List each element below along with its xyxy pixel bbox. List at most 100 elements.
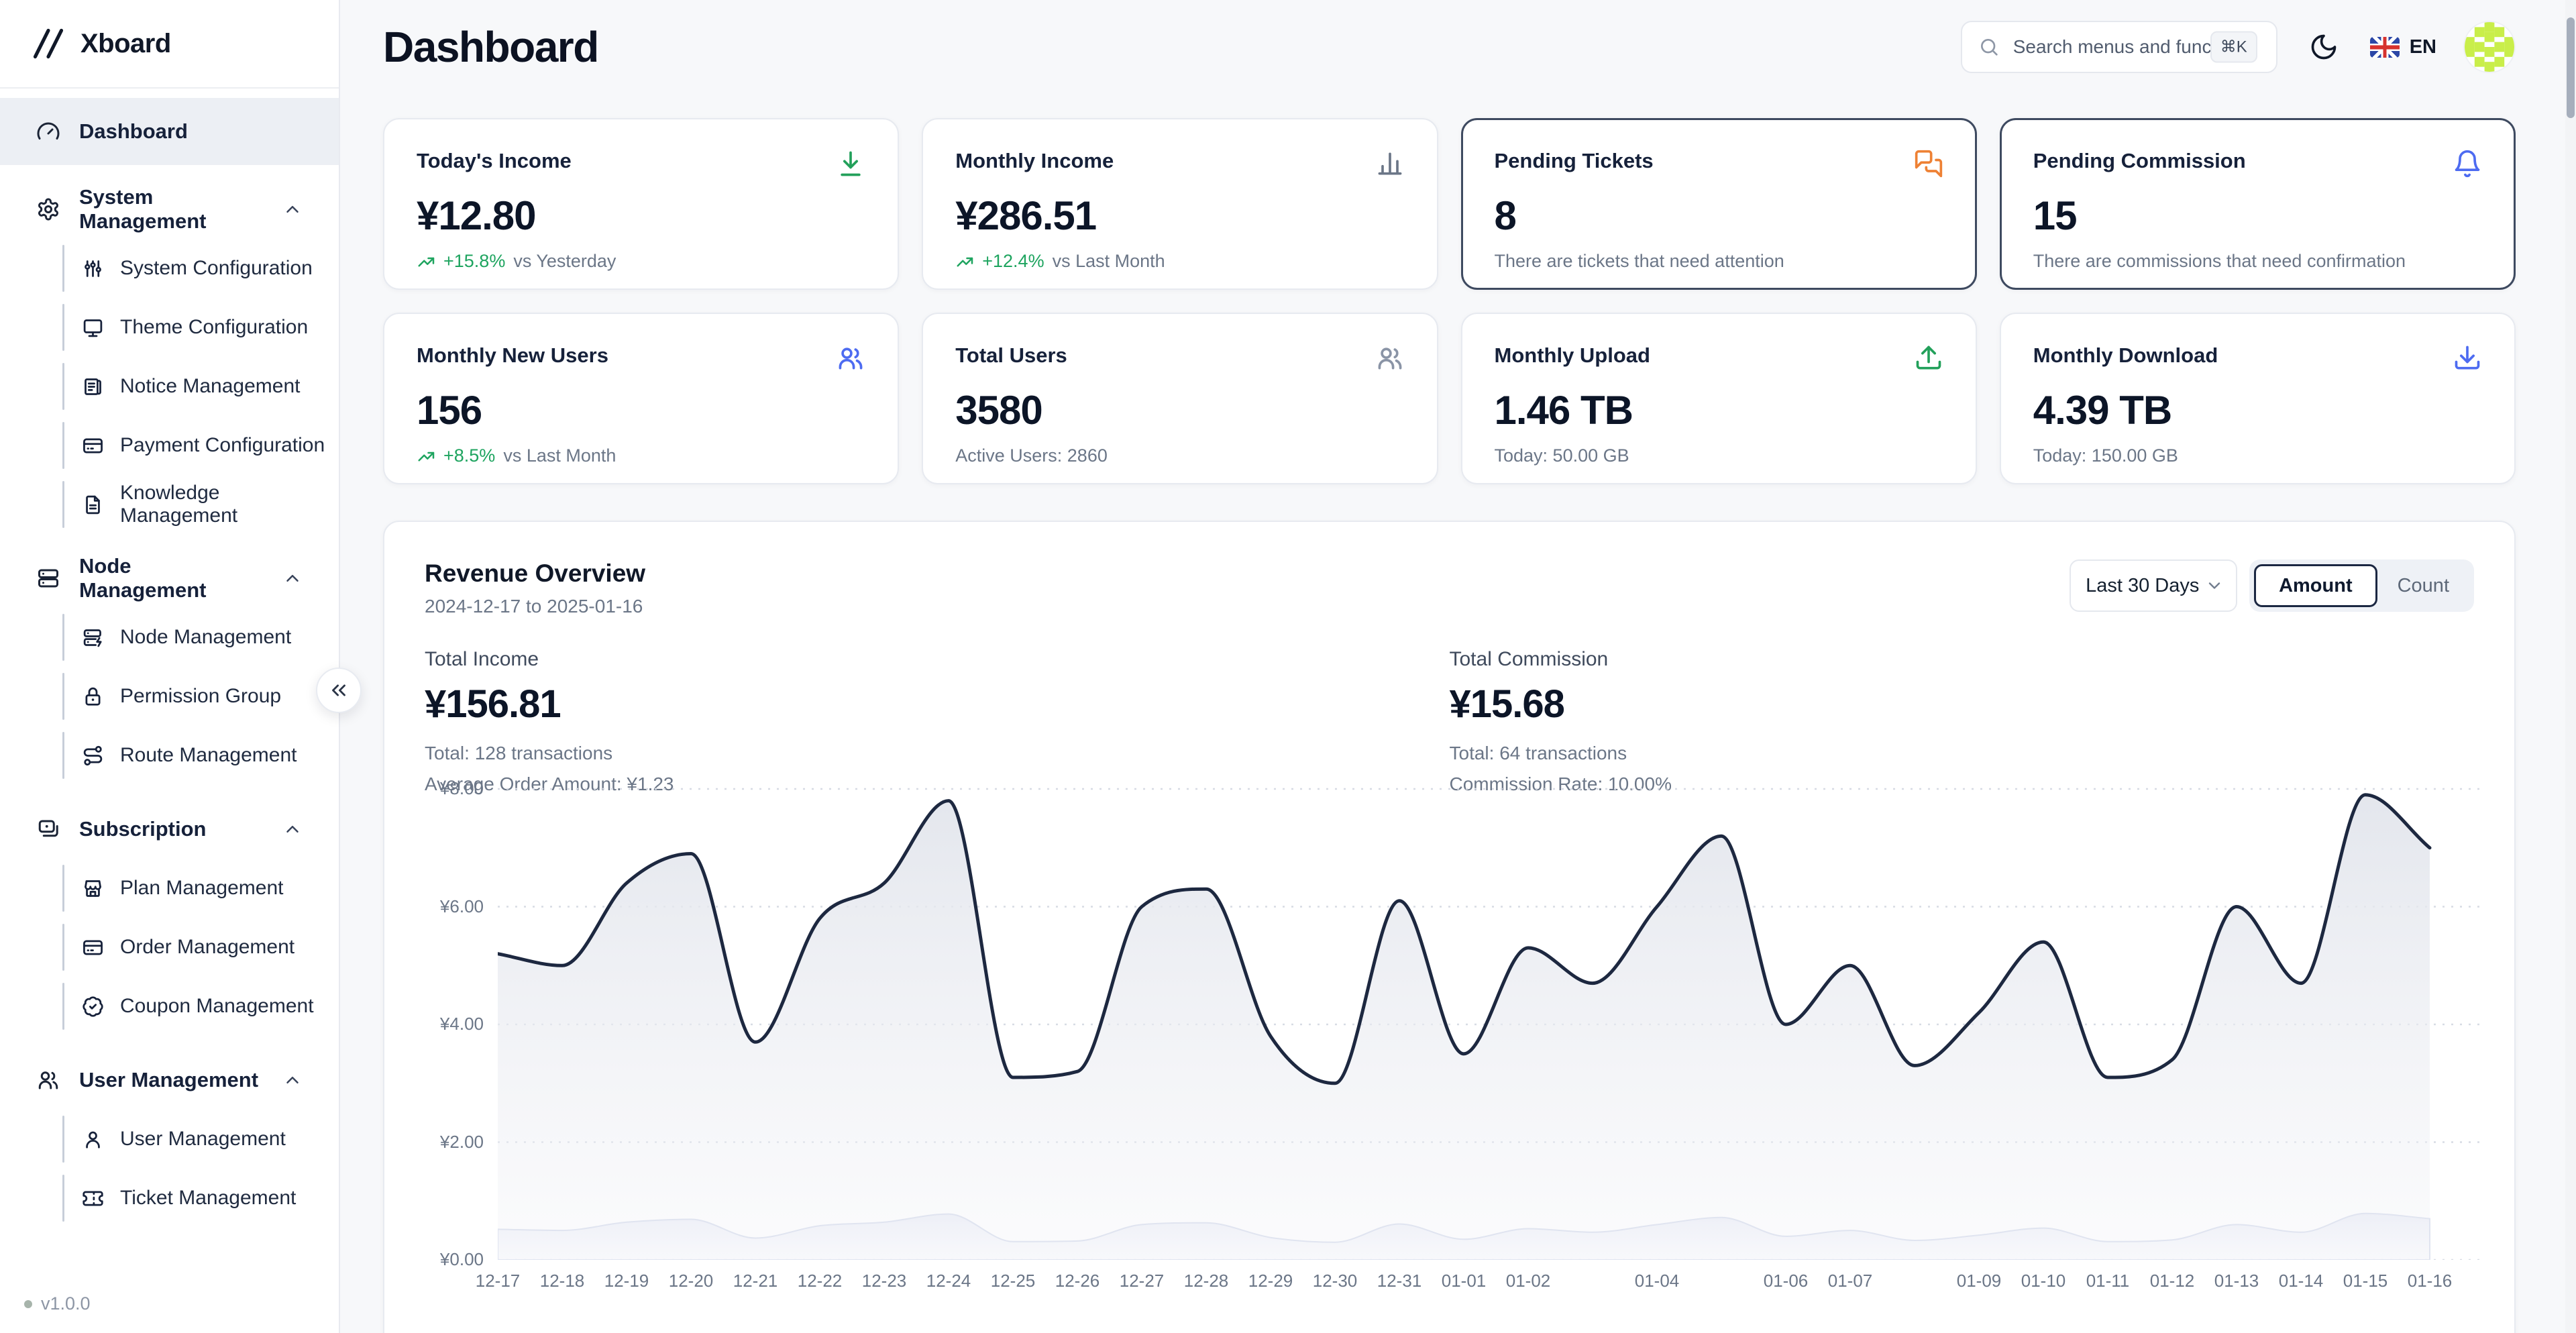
double-slash-logo [31,26,66,61]
monitor-icon [82,317,104,339]
x-tick-label: 12-29 [1234,1271,1307,1291]
x-tick-label: 01-15 [2328,1271,2402,1291]
card-label: Monthly Download [2033,343,2218,368]
gear-icon [36,197,60,221]
sidebar-item-theme-configuration[interactable]: Theme Configuration [0,298,339,357]
sidebar-section-system-management[interactable]: System Management [0,180,339,239]
card-value: 3580 [955,387,1404,433]
y-tick-label: ¥2.00 [440,1132,484,1153]
card-value: 15 [2033,193,2482,239]
app-version: v1.0.0 [24,1293,91,1314]
file-text-icon [82,494,104,516]
sidebar-item-label: Theme Configuration [120,316,308,339]
sidebar-section-subscription[interactable]: Subscription [0,800,339,859]
card-label: Monthly Upload [1495,343,1650,368]
date-range-select[interactable]: Last 30 Days [2070,559,2237,612]
wallet-icon [36,817,60,841]
identicon-avatar [2465,22,2514,72]
badge-check-icon [82,996,104,1018]
card-label: Monthly New Users [417,343,608,368]
sidebar-section-label: System Management [79,185,264,233]
sidebar-item-label: Notice Management [120,375,300,398]
sidebar-item-notice-management[interactable]: Notice Management [0,357,339,416]
topbar-actions: ⌘K EN [1961,21,2516,73]
x-tick-label: 12-26 [1040,1271,1114,1291]
server-bolt-icon [82,627,104,649]
sidebar-item-order-management[interactable]: Order Management [0,918,339,977]
x-tick-label: 01-12 [2135,1271,2209,1291]
xboard-admin-app: Xboard Dashboard System Management Syste… [0,0,2576,1333]
sidebar-section-label: User Management [79,1068,258,1092]
toggle-count-button[interactable]: Count [2377,564,2469,607]
x-tick-label: 01-01 [1427,1271,1501,1291]
revenue-header: Revenue Overview 2024-12-17 to 2025-01-1… [425,559,2474,617]
chevron-up-icon [282,568,303,588]
x-tick-label: 01-02 [1491,1271,1565,1291]
search-box[interactable]: ⌘K [1961,21,2277,73]
card-label: Total Users [955,343,1067,368]
download-icon [2453,343,2482,376]
sidebar-item-label: Dashboard [79,119,188,144]
card-subtext: +8.5% vs Last Month [417,445,865,466]
theme-toggle-button[interactable] [2304,28,2343,66]
revenue-stats: Total Income ¥156.81 Total: 128 transact… [425,648,2474,795]
main-content: Dashboard ⌘K EN [340,0,2576,1333]
lock-icon [82,686,104,708]
sidebar: Xboard Dashboard System Management Syste… [0,0,340,1333]
x-tick-label: 12-27 [1105,1271,1179,1291]
language-switcher[interactable]: EN [2370,36,2436,58]
chart-x-axis: 12-1712-1812-1912-2012-2112-2212-2312-24… [498,1271,2430,1297]
chevrons-left-icon [327,679,350,702]
chevron-up-icon [282,819,303,839]
sidebar-section-user-management[interactable]: User Management [0,1051,339,1110]
sidebar-nav: Dashboard System Management System Confi… [0,89,339,1228]
sidebar-item-user-management[interactable]: User Management [0,1110,339,1169]
revenue-overview-card: Revenue Overview 2024-12-17 to 2025-01-1… [383,521,2516,1333]
sidebar-item-dashboard[interactable]: Dashboard [0,98,339,165]
scrollbar-thumb[interactable] [2567,17,2575,118]
sidebar-item-system-configuration[interactable]: System Configuration [0,239,339,298]
y-tick-label: ¥8.00 [440,778,484,799]
sidebar-item-plan-management[interactable]: Plan Management [0,859,339,918]
card-subtext: There are commissions that need confirma… [2033,251,2482,272]
y-tick-label: ¥4.00 [440,1014,484,1034]
card-subtext: Active Users: 2860 [955,445,1404,466]
x-tick-label: 01-10 [2006,1271,2080,1291]
sidebar-item-payment-configuration[interactable]: Payment Configuration [0,416,339,475]
stat-card-monthly-new-users: Monthly New Users 156 +8.5% vs Last Mont… [383,313,899,484]
stat-card-todays-income: Today's Income ¥12.80 +15.8% vs Yesterda… [383,118,899,290]
sidebar-item-route-management[interactable]: Route Management [0,726,339,785]
card-value: 8 [1495,193,1943,239]
stat-card-pending-tickets[interactable]: Pending Tickets 8 There are tickets that… [1461,118,1977,290]
card-value: ¥12.80 [417,193,865,239]
sidebar-item-ticket-management[interactable]: Ticket Management [0,1169,339,1228]
sidebar-section-node-management[interactable]: Node Management [0,549,339,608]
sidebar-item-label: System Configuration [120,257,313,280]
x-tick-label: 12-30 [1298,1271,1372,1291]
page-scrollbar [2565,0,2576,1333]
sidebar-item-coupon-management[interactable]: Coupon Management [0,977,339,1036]
stat-card-pending-commission[interactable]: Pending Commission 15 There are commissi… [2000,118,2516,290]
avatar[interactable] [2463,21,2516,73]
sidebar-collapse-button[interactable] [316,668,362,713]
stat-cards-grid: Today's Income ¥12.80 +15.8% vs Yesterda… [383,118,2516,484]
trending-up-icon [417,446,437,466]
gauge-icon [36,119,60,144]
sidebar-item-knowledge-management[interactable]: Knowledge Management [0,475,339,534]
sidebar-item-node-management[interactable]: Node Management [0,608,339,667]
arrow-down-line-icon [836,149,865,182]
x-tick-label: 12-20 [654,1271,728,1291]
notice-icon [82,376,104,398]
toggle-amount-button[interactable]: Amount [2254,564,2377,607]
sidebar-item-permission-group[interactable]: Permission Group [0,667,339,726]
x-tick-label: 01-13 [2200,1271,2273,1291]
page-title: Dashboard [383,22,598,72]
sidebar-section-label: Node Management [79,554,264,602]
x-tick-label: 12-28 [1169,1271,1243,1291]
user-icon [82,1128,104,1151]
card-label: Pending Tickets [1495,149,1654,173]
x-tick-label: 12-25 [976,1271,1050,1291]
x-tick-label: 12-21 [718,1271,792,1291]
stat-card-total-users: Total Users 3580 Active Users: 2860 [922,313,1438,484]
chevron-up-icon [282,199,303,219]
